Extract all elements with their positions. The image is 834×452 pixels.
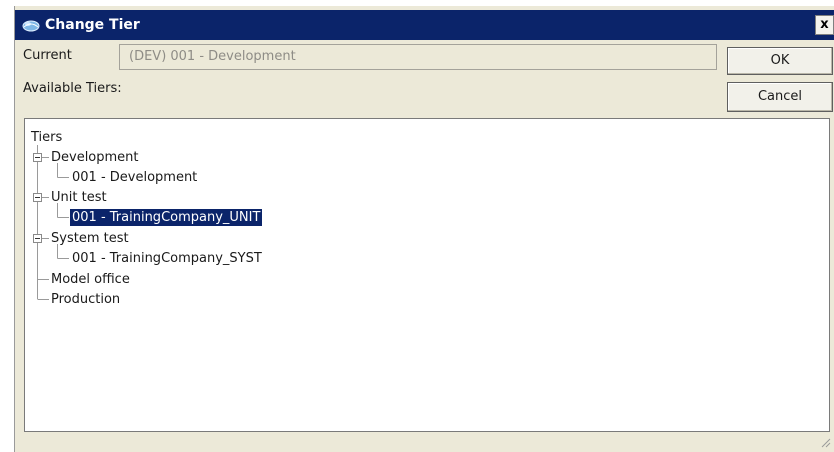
tree-leaf-development[interactable]: 001 - Development: [72, 169, 197, 186]
tree-node-production[interactable]: Production: [51, 291, 120, 308]
tree-leaf-system-test[interactable]: 001 - TrainingCompany_SYST: [72, 250, 262, 267]
minus-box-icon[interactable]: [33, 193, 43, 203]
cancel-button[interactable]: Cancel: [727, 82, 833, 112]
current-tier-field: (DEV) 001 - Development: [119, 44, 717, 70]
tree-node-development[interactable]: Development: [51, 149, 139, 166]
current-label: Current: [23, 48, 72, 63]
dialog-title: Change Tier: [45, 17, 140, 33]
tree-node-model-office[interactable]: Model office: [51, 271, 130, 288]
tree-connector-lines: [37, 145, 69, 300]
tier-globe-icon: [22, 20, 40, 32]
tree-node-system-test[interactable]: System test: [51, 230, 129, 247]
tree-node-unit-test[interactable]: Unit test: [51, 189, 107, 206]
close-button[interactable]: x: [815, 15, 834, 35]
close-icon: x: [820, 17, 829, 32]
tiers-tree[interactable]: Tiers Development 001 - Development Unit…: [24, 118, 830, 432]
tree-leaf-unit-selected[interactable]: 001 - TrainingCompany_UNIT: [70, 209, 263, 226]
resize-grip-icon[interactable]: [821, 438, 831, 448]
tree-root[interactable]: Tiers: [31, 129, 62, 146]
change-tier-dialog: Change Tier x Current (DEV) 001 - Develo…: [14, 6, 834, 452]
ok-button[interactable]: OK: [727, 47, 833, 75]
minus-box-icon[interactable]: [33, 234, 43, 244]
available-tiers-label: Available Tiers:: [23, 81, 122, 96]
title-bar[interactable]: Change Tier x: [15, 10, 834, 40]
minus-box-icon[interactable]: [33, 153, 43, 163]
